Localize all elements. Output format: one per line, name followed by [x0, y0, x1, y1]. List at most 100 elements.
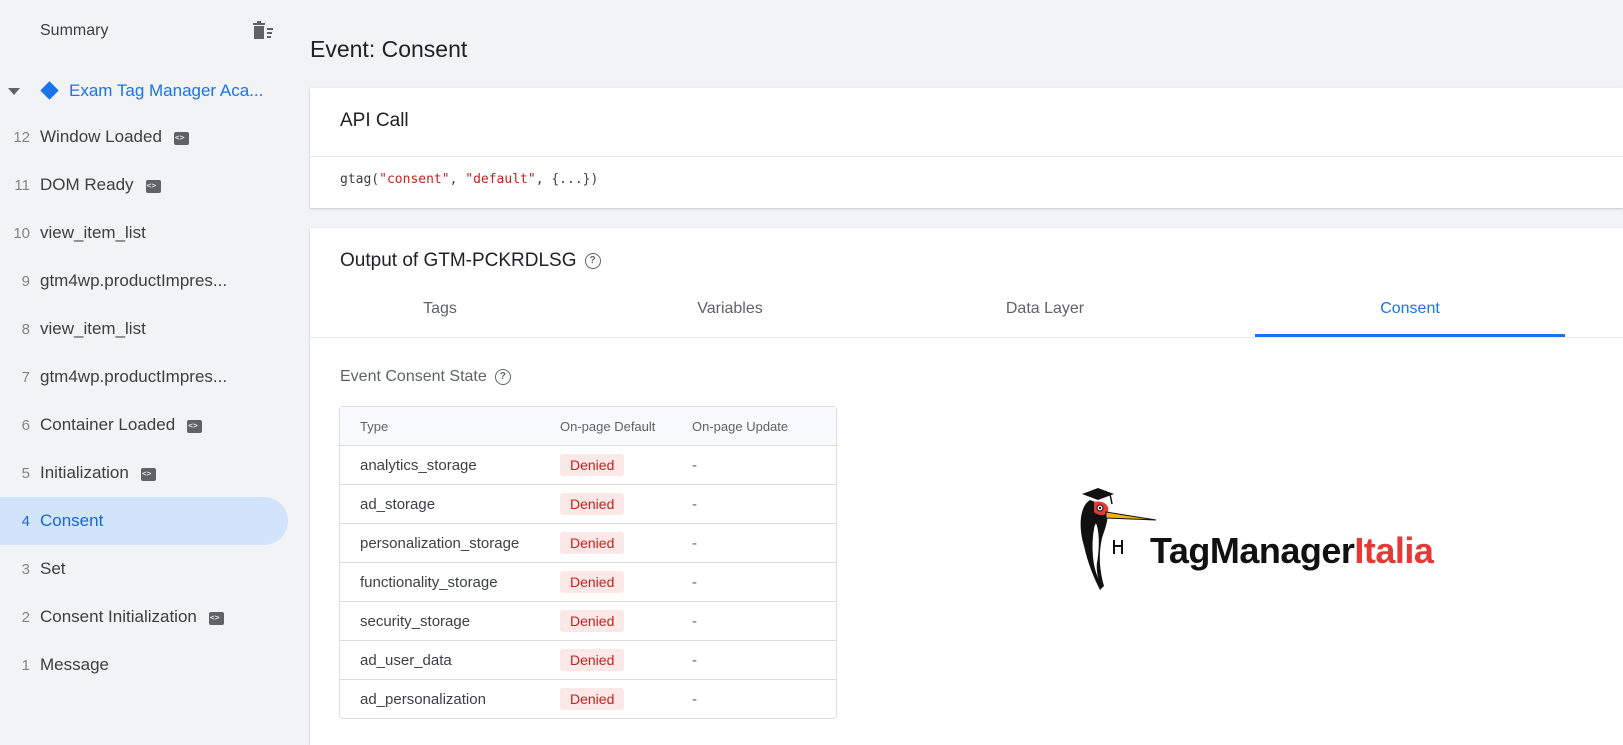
- status-badge: Denied: [560, 493, 625, 515]
- event-label: gtm4wp.productImpres...: [40, 367, 228, 386]
- table-row: security_storage Denied -: [340, 602, 836, 641]
- code-fn: gtag(: [340, 172, 380, 187]
- consent-table: Type On-page Default On-page Update anal…: [339, 406, 837, 719]
- sidebar-item-event[interactable]: 4 Consent: [0, 497, 288, 545]
- status-badge: Denied: [560, 532, 625, 554]
- event-number: 1: [21, 656, 30, 674]
- header-default: On-page Default: [560, 418, 656, 434]
- default-cell: Denied: [560, 688, 692, 710]
- update-cell: -: [692, 495, 697, 513]
- event-label: Message: [40, 655, 109, 674]
- tab-consent[interactable]: Consent: [1255, 300, 1565, 318]
- event-number: 7: [21, 368, 30, 386]
- sidebar-item-event[interactable]: 12 Window Loaded: [0, 113, 288, 161]
- status-badge: Denied: [560, 649, 625, 671]
- event-number: 10: [13, 224, 30, 242]
- header-update: On-page Update: [692, 418, 789, 434]
- event-label: Consent: [40, 511, 104, 530]
- code-arg-consent: "consent": [379, 172, 450, 187]
- output-card: Output of GTM-PCKRDLSG? Tags Variables D…: [310, 228, 1623, 745]
- tagmanageritalia-logo: TagManagerItalia: [1070, 486, 1490, 596]
- event-number: 4: [21, 512, 30, 530]
- event-consent-state-title: Event Consent State?: [340, 368, 511, 386]
- sidebar-item-event[interactable]: 2 Consent Initialization: [0, 593, 288, 641]
- event-label: Consent Initialization: [40, 607, 197, 626]
- consent-type: functionality_storage: [360, 573, 498, 591]
- update-cell: -: [692, 690, 697, 708]
- table-row: ad_user_data Denied -: [340, 641, 836, 680]
- update-cell: -: [692, 612, 697, 630]
- status-badge: Denied: [560, 688, 625, 710]
- caret-down-icon[interactable]: [8, 88, 20, 95]
- table-body: analytics_storage Denied - ad_storage Denied…: [340, 446, 836, 718]
- sidebar-item-event[interactable]: 6 Container Loaded: [0, 401, 288, 449]
- tab-variables[interactable]: Variables: [575, 300, 885, 318]
- help-icon[interactable]: ?: [584, 252, 601, 269]
- code-badge-icon: [208, 611, 224, 625]
- code-rest[interactable]: , {...}): [536, 172, 599, 187]
- logo-text-part2: Italia: [1354, 530, 1434, 571]
- output-title-text: Output of GTM-PCKRDLSG: [340, 250, 577, 271]
- default-cell: Denied: [560, 649, 692, 671]
- tab-tags[interactable]: Tags: [285, 300, 595, 318]
- table-row: functionality_storage Denied -: [340, 563, 836, 602]
- sidebar-item-event[interactable]: 11 DOM Ready: [0, 161, 288, 209]
- output-title: Output of GTM-PCKRDLSG?: [340, 250, 601, 272]
- table-header: Type On-page Default On-page Update: [340, 407, 836, 446]
- sidebar-item-event[interactable]: 7 gtm4wp.productImpres...: [0, 353, 288, 401]
- consent-type: analytics_storage: [360, 456, 477, 474]
- sidebar-item-event[interactable]: 8 view_item_list: [0, 305, 288, 353]
- code-sep: ,: [449, 172, 466, 187]
- default-cell: Denied: [560, 532, 692, 554]
- consent-type: personalization_storage: [360, 534, 520, 552]
- container-diamond-icon: [40, 81, 59, 100]
- api-call-title: API Call: [340, 110, 409, 131]
- divider: [310, 337, 1623, 338]
- sidebar: Summary Exam Tag Manager Aca... 12 Window…: [0, 0, 296, 745]
- table-row: ad_storage Denied -: [340, 485, 836, 524]
- consent-type: ad_user_data: [360, 651, 452, 669]
- table-row: personalization_storage Denied -: [340, 524, 836, 563]
- event-label: Container Loaded: [40, 415, 176, 434]
- page-title: Event: Consent: [310, 36, 468, 62]
- consent-type: ad_storage: [360, 495, 436, 513]
- event-label: Set: [40, 559, 66, 578]
- event-label: Window Loaded: [40, 127, 162, 146]
- consent-type: ad_personalization: [360, 690, 486, 708]
- event-label: gtm4wp.productImpres...: [40, 271, 228, 290]
- default-cell: Denied: [560, 571, 692, 593]
- sidebar-item-event[interactable]: 5 Initialization: [0, 449, 288, 497]
- table-row: analytics_storage Denied -: [340, 446, 836, 485]
- default-cell: Denied: [560, 493, 692, 515]
- woodpecker-icon: [1080, 488, 1157, 590]
- event-consent-state-text: Event Consent State: [340, 368, 487, 385]
- event-label: view_item_list: [40, 223, 146, 242]
- status-badge: Denied: [560, 454, 625, 476]
- event-number: 11: [14, 176, 30, 194]
- code-arg-default: "default": [465, 172, 536, 187]
- update-cell: -: [692, 456, 697, 474]
- container-link[interactable]: Exam Tag Manager Aca...: [69, 81, 263, 101]
- update-cell: -: [692, 651, 697, 669]
- sidebar-item-event[interactable]: 1 Message: [0, 641, 288, 689]
- default-cell: Denied: [560, 454, 692, 476]
- tab-data-layer[interactable]: Data Layer: [890, 300, 1200, 318]
- consent-type: security_storage: [360, 612, 471, 630]
- default-cell: Denied: [560, 610, 692, 632]
- event-number: 6: [21, 416, 30, 434]
- help-icon[interactable]: ?: [494, 368, 511, 385]
- api-call-code: gtag("consent", "default", {...}): [340, 172, 598, 187]
- logo-text-part1: TagManager: [1150, 530, 1355, 571]
- code-badge-icon: [145, 179, 161, 193]
- summary-link[interactable]: Summary: [40, 22, 108, 40]
- trash-icon[interactable]: [252, 20, 274, 42]
- status-badge: Denied: [560, 571, 625, 593]
- sidebar-item-event[interactable]: 3 Set: [0, 545, 288, 593]
- event-label: DOM Ready: [40, 175, 134, 194]
- sidebar-item-event[interactable]: 10 view_item_list: [0, 209, 288, 257]
- event-number: 2: [21, 608, 30, 626]
- sidebar-item-event[interactable]: 9 gtm4wp.productImpres...: [0, 257, 288, 305]
- event-number: 12: [13, 128, 30, 146]
- code-badge-icon: [173, 131, 189, 145]
- event-number: 5: [21, 464, 30, 482]
